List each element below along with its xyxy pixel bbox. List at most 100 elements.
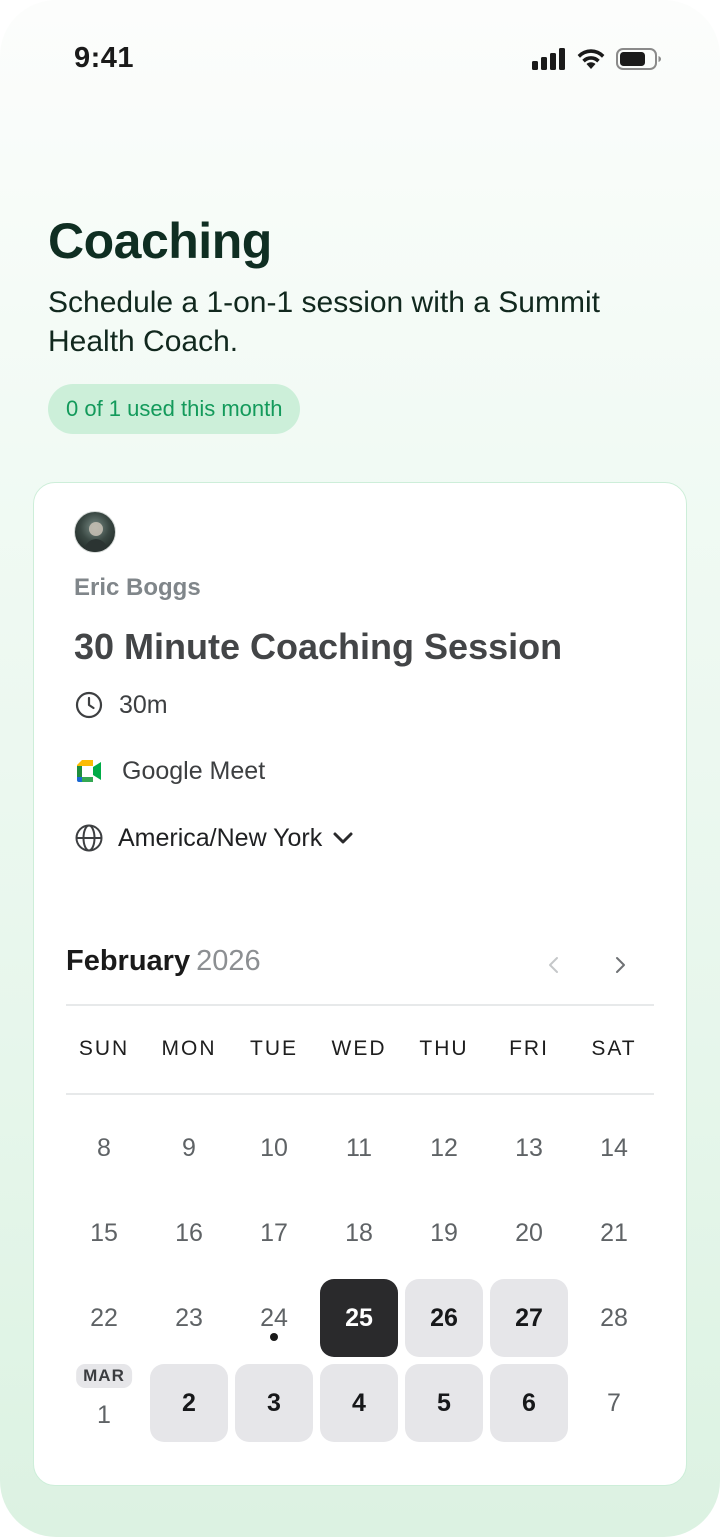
calendar-day: 17 — [235, 1194, 313, 1272]
calendar-day: 10 — [235, 1109, 313, 1187]
calendar-day[interactable]: 4 — [320, 1364, 398, 1442]
calendar-day-label: 10 — [260, 1133, 288, 1162]
calendar-day-label: 23 — [175, 1303, 203, 1332]
weekday-fri: FRI — [509, 1037, 549, 1060]
calendar-day: 19 — [405, 1194, 483, 1272]
globe-icon — [75, 824, 103, 852]
status-icons — [532, 48, 662, 70]
calendar-day-label: 18 — [345, 1218, 373, 1247]
calendar-day-label: 19 — [430, 1218, 458, 1247]
calendar-day-label: 7 — [607, 1388, 621, 1417]
coach-avatar — [74, 511, 116, 553]
calendar-day-label: 25 — [345, 1303, 373, 1332]
calendar-day-label: 22 — [90, 1303, 118, 1332]
calendar-day[interactable]: 25 — [320, 1279, 398, 1357]
location-row: Google Meet — [74, 756, 265, 786]
calendar-day[interactable]: 5 — [405, 1364, 483, 1442]
weekday-mon: MON — [161, 1037, 217, 1060]
calendar-day: 7 — [575, 1364, 653, 1442]
calendar-day-label: 13 — [515, 1133, 543, 1162]
page-title: Coaching — [48, 213, 272, 269]
calendar-day-label: 3 — [267, 1388, 281, 1417]
booking-card: Eric Boggs 30 Minute Coaching Session 30… — [33, 482, 687, 1486]
calendar-day-label: 14 — [600, 1133, 628, 1162]
calendar-day-label: 21 — [600, 1218, 628, 1247]
calendar-day-label: 24 — [260, 1303, 288, 1332]
weekday-sat: SAT — [591, 1037, 637, 1060]
chevron-right-icon — [616, 957, 625, 973]
calendar-day-label: 28 — [600, 1303, 628, 1332]
usage-badge: 0 of 1 used this month — [48, 384, 301, 434]
chevron-down-icon — [333, 832, 353, 844]
google-meet-icon — [77, 760, 101, 782]
calendar-day: 13 — [490, 1109, 568, 1187]
calendar-day: 24 — [235, 1279, 313, 1357]
weekday-sun: SUN — [78, 1037, 130, 1060]
calendar-month: February — [66, 945, 191, 977]
calendar-day-label: 6 — [522, 1388, 536, 1417]
duration-label: 30m — [119, 690, 168, 719]
session-title: 30 Minute Coaching Session — [74, 626, 563, 667]
avatar-photo — [83, 522, 109, 552]
calendar-day-label: 11 — [346, 1133, 372, 1162]
calendar-day-label: 16 — [175, 1218, 203, 1247]
calendar-day: 18 — [320, 1194, 398, 1272]
signal-bars-icon — [532, 48, 565, 70]
calendar-day: 12 — [405, 1109, 483, 1187]
calendar-day-label: 1 — [97, 1401, 111, 1429]
battery-icon — [616, 48, 661, 70]
calendar-day: 22 — [65, 1279, 143, 1357]
weekday-header-row: SUN MON TUE WED THU FRI SAT — [66, 1037, 654, 1067]
calendar-day-label: 12 — [430, 1133, 458, 1162]
calendar-divider-top — [66, 1004, 654, 1006]
calendar-day-label: 4 — [352, 1388, 366, 1417]
calendar-day: 8 — [65, 1109, 143, 1187]
previous-month-button[interactable] — [534, 945, 574, 985]
calendar-day: 20 — [490, 1194, 568, 1272]
app-screen: 9:41 Coaching Schedule a 1-on-1 session … — [0, 0, 720, 1537]
calendar-month-header: February 2026 — [66, 945, 261, 978]
calendar-day-label: 17 — [260, 1218, 288, 1247]
weekday-wed: WED — [331, 1037, 387, 1060]
calendar-divider-bottom — [66, 1093, 654, 1095]
wifi-icon — [577, 49, 605, 69]
next-month-tag: MAR — [76, 1364, 132, 1388]
today-indicator-dot — [270, 1333, 278, 1341]
calendar-day-label: 2 — [182, 1388, 196, 1417]
calendar-day-label: 20 — [515, 1218, 543, 1247]
calendar-day: 11 — [320, 1109, 398, 1187]
calendar-day[interactable]: 2 — [150, 1364, 228, 1442]
page-subtitle: Schedule a 1-on-1 session with a Summit … — [48, 286, 600, 358]
calendar-day[interactable]: 27 — [490, 1279, 568, 1357]
next-month-button[interactable] — [600, 945, 640, 985]
calendar-day-label: 26 — [430, 1303, 458, 1332]
calendar-day-label: 5 — [437, 1388, 451, 1417]
calendar-day: 9 — [150, 1109, 228, 1187]
status-time: 9:41 — [74, 42, 135, 74]
location-label: Google Meet — [122, 756, 266, 785]
calendar-day[interactable]: 6 — [490, 1364, 568, 1442]
calendar-year: 2026 — [196, 945, 261, 977]
clock-icon — [75, 691, 103, 719]
calendar-day: 15 — [65, 1194, 143, 1272]
calendar-day-label: 8 — [97, 1133, 111, 1162]
calendar-day: 21 — [575, 1194, 653, 1272]
timezone-selector[interactable]: America/New York — [74, 823, 356, 853]
calendar-day[interactable]: 26 — [405, 1279, 483, 1357]
calendar-day: 1 MAR — [65, 1364, 143, 1442]
calendar-day: 23 — [150, 1279, 228, 1357]
timezone-label: America/New York — [118, 823, 323, 852]
calendar-day-label: 9 — [182, 1133, 196, 1162]
coach-name: Eric Boggs — [74, 574, 201, 601]
weekday-tue: TUE — [250, 1037, 298, 1060]
chevron-left-icon — [549, 957, 558, 973]
calendar-day: 14 — [575, 1109, 653, 1187]
calendar-day-label: 27 — [515, 1303, 543, 1332]
status-bar: 9:41 — [0, 0, 720, 120]
calendar-day: 16 — [150, 1194, 228, 1272]
duration-row: 30m — [74, 690, 168, 720]
weekday-thu: THU — [419, 1037, 469, 1060]
calendar-day[interactable]: 3 — [235, 1364, 313, 1442]
calendar-day: 28 — [575, 1279, 653, 1357]
calendar-day-label: 15 — [90, 1218, 118, 1247]
